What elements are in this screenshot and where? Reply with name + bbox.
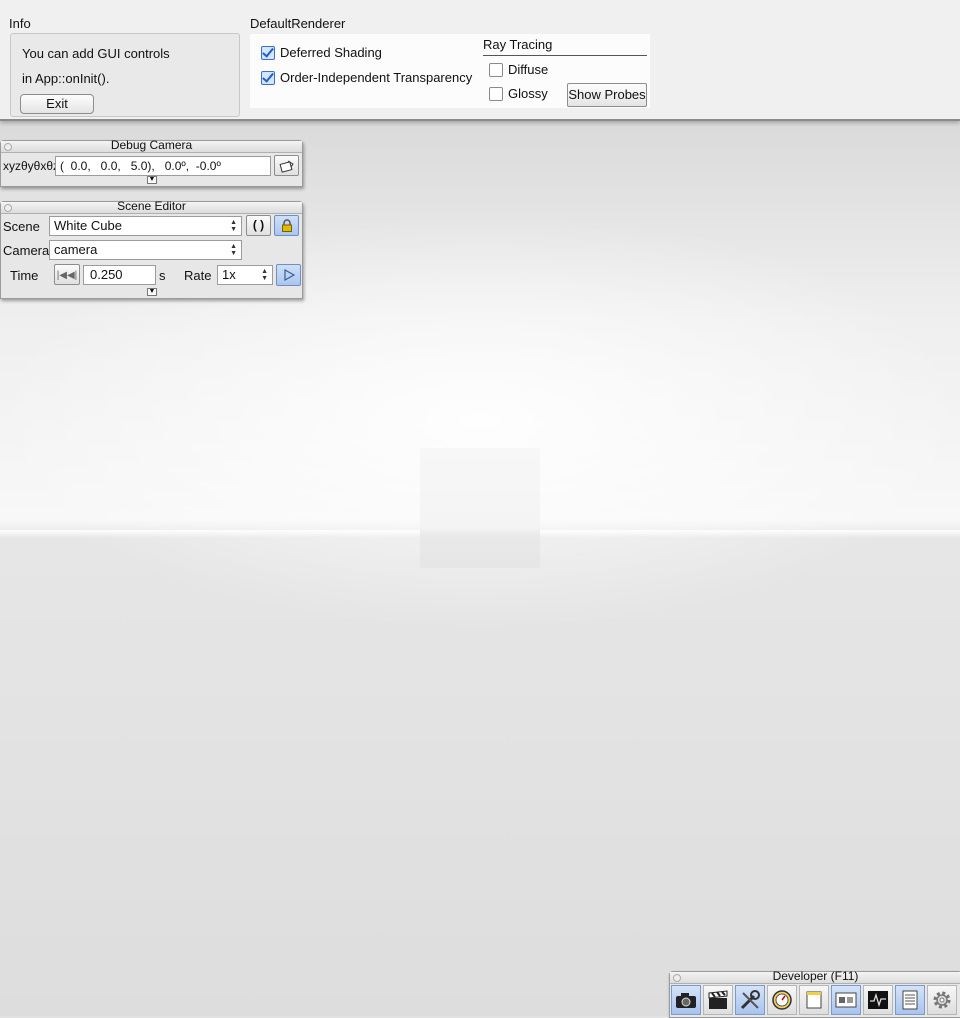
camera-label: Camera [3, 243, 50, 258]
play-icon [283, 268, 295, 282]
lock-icon [281, 219, 292, 232]
scene-view-button[interactable] [831, 985, 861, 1015]
checkbox-unchecked-icon [489, 86, 503, 101]
debug-camera-titlebar[interactable]: Debug Camera [1, 138, 302, 153]
info-pane: You can add GUI controls in App::onInit(… [10, 33, 240, 117]
renderer-pane: Deferred Shading Order-Independent Trans… [250, 34, 650, 108]
developer-titlebar[interactable]: Developer (F11) [670, 969, 960, 984]
tools-button[interactable] [735, 985, 765, 1015]
exit-button[interactable]: Exit [20, 94, 94, 114]
checkbox-unchecked-icon [489, 62, 503, 77]
deferred-shading-label: Deferred Shading [280, 45, 382, 60]
window-button[interactable] [799, 985, 829, 1015]
close-icon[interactable] [4, 143, 12, 151]
speedometer-icon [772, 990, 792, 1010]
settings-button[interactable] [927, 985, 957, 1015]
show-probes-button[interactable]: Show Probes [567, 83, 647, 107]
camera-dropdown[interactable]: camera ▲ ▼ [49, 240, 242, 260]
coordinate-label: xyzθyθxθz [3, 159, 60, 173]
log-button[interactable] [895, 985, 925, 1015]
scene-editor-titlebar[interactable]: Scene Editor [1, 199, 302, 214]
checkbox-checked-icon [261, 45, 275, 60]
time-label: Time [10, 268, 39, 283]
settings-gear-icon [933, 991, 951, 1009]
scene-editor-title: Scene Editor [117, 199, 186, 213]
speedometer-button[interactable] [767, 985, 797, 1015]
top-control-bar: Info You can add GUI controls in App::on… [0, 0, 960, 121]
profiler-button[interactable] [863, 985, 893, 1015]
info-text-line-2: in App::onInit(). [22, 71, 110, 86]
close-icon[interactable] [4, 204, 12, 212]
updown-arrows-icon: ▲ ▼ [230, 219, 237, 233]
checkbox-checked-icon [261, 70, 275, 85]
camera-button[interactable] [671, 985, 701, 1015]
video-record-button[interactable] [703, 985, 733, 1015]
glossy-checkbox[interactable]: Glossy [489, 86, 548, 101]
clipboard-icon [279, 160, 294, 173]
oit-label: Order-Independent Transparency [280, 70, 473, 85]
scene-icon [835, 992, 857, 1008]
time-unit: s [159, 268, 166, 283]
camera-dropdown-value: camera [54, 242, 98, 257]
info-pane-title: Info [9, 16, 31, 31]
scene-dropdown[interactable]: White Cube ▲ ▼ [49, 216, 242, 236]
glossy-label: Glossy [508, 86, 548, 101]
expand-arrow-icon[interactable]: ▼ [147, 288, 157, 296]
window-icon [806, 991, 822, 1009]
updown-arrows-icon: ▲ ▼ [261, 268, 268, 282]
close-icon[interactable] [673, 974, 681, 982]
ray-tracing-divider [483, 55, 647, 56]
scene-label: Scene [3, 219, 40, 234]
log-icon [902, 990, 918, 1010]
play-button[interactable] [276, 264, 301, 286]
deferred-shading-checkbox[interactable]: Deferred Shading [261, 45, 382, 60]
oit-checkbox[interactable]: Order-Independent Transparency [261, 70, 472, 85]
scene-editor-window: Scene Editor Scene White Cube ▲ ▼ ( ) Cam… [0, 199, 303, 299]
diffuse-label: Diffuse [508, 62, 549, 77]
info-text-line-1: You can add GUI controls [22, 46, 170, 61]
lock-button[interactable] [274, 215, 299, 236]
rate-label: Rate [184, 268, 212, 283]
rate-dropdown-value: 1x [222, 267, 236, 282]
camera-frame-field[interactable]: ( 0.0, 0.0, 5.0), 0.0º, -0.0º [55, 156, 271, 176]
reload-scene-button[interactable]: ( ) [246, 215, 271, 236]
renderer-pane-title: DefaultRenderer [250, 16, 346, 31]
white-cube [420, 448, 540, 568]
copy-frame-button[interactable] [274, 155, 299, 176]
developer-window: Developer (F11) [669, 969, 960, 1018]
rewind-icon: |◀◀| [56, 270, 78, 281]
reload-icon: ( ) [252, 218, 265, 232]
time-field[interactable]: 0.250 [83, 265, 156, 285]
updown-arrows-icon: ▲ ▼ [230, 243, 237, 257]
tools-icon [740, 990, 760, 1010]
rewind-button[interactable]: |◀◀| [54, 264, 80, 285]
rate-dropdown[interactable]: 1x ▲ ▼ [217, 265, 273, 285]
developer-title: Developer (F11) [772, 969, 859, 983]
clapperboard-icon [708, 990, 728, 1009]
diffuse-checkbox[interactable]: Diffuse [489, 62, 548, 77]
expand-arrow-icon[interactable]: ▼ [147, 176, 157, 184]
debug-camera-title: Debug Camera [110, 138, 193, 152]
scene-dropdown-value: White Cube [54, 218, 122, 233]
profiler-icon [868, 991, 888, 1009]
camera-icon [676, 993, 696, 1008]
ray-tracing-title: Ray Tracing [483, 37, 553, 52]
debug-camera-window: Debug Camera xyzθyθxθz ( 0.0, 0.0, 5.0),… [0, 138, 303, 187]
